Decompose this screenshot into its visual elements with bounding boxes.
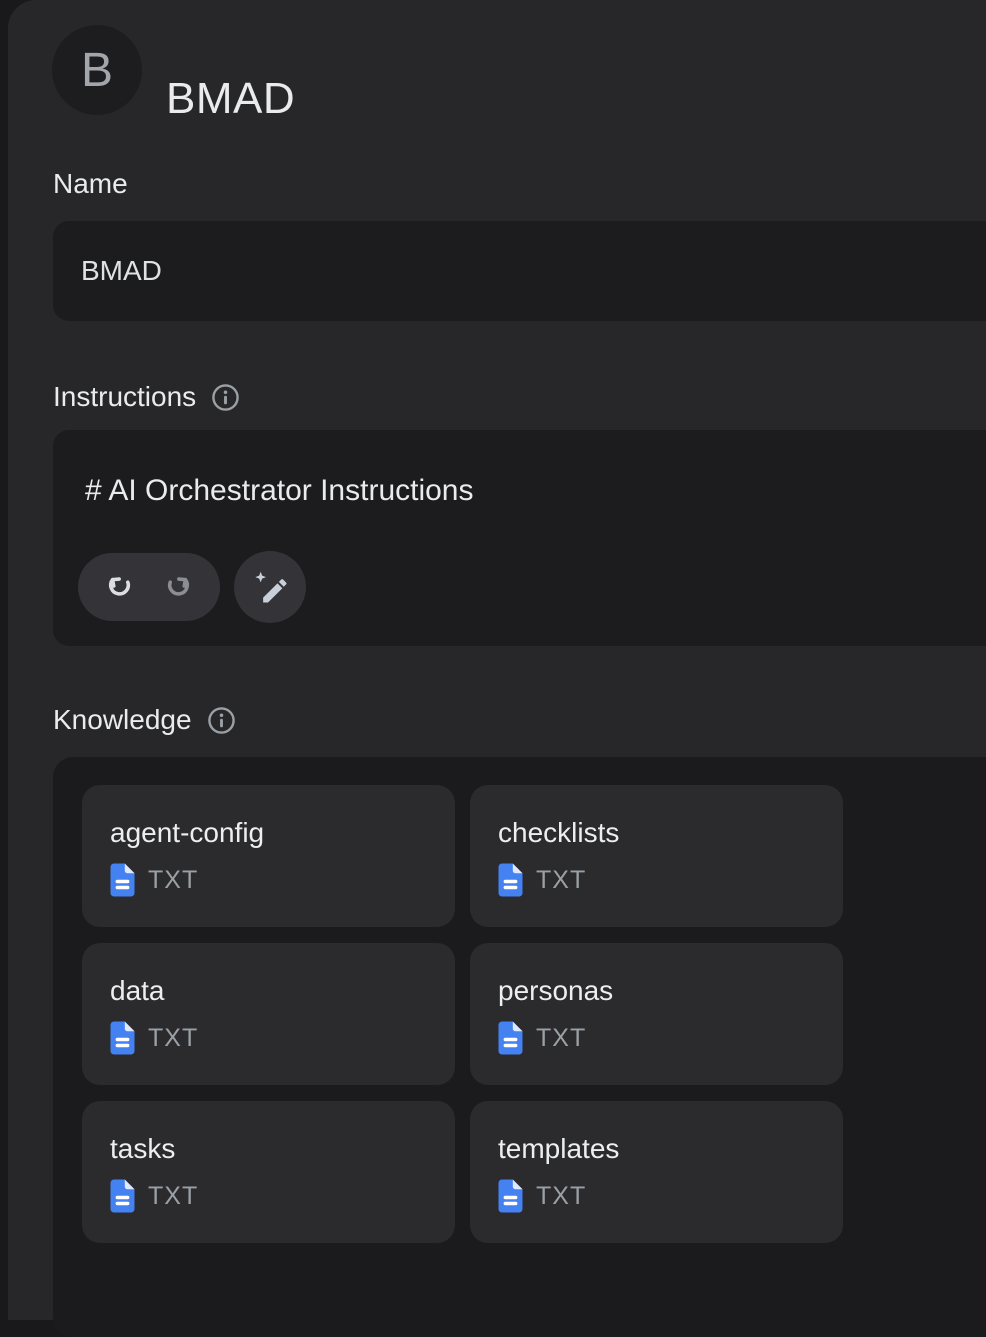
txt-document-icon [498,1179,523,1213]
knowledge-info-button[interactable] [207,706,236,735]
redo-button[interactable] [161,570,195,604]
file-meta: TXT [110,1021,455,1055]
knowledge-file-card[interactable]: templates TXT [470,1101,843,1243]
file-type: TXT [536,1182,586,1211]
file-name: checklists [498,817,843,849]
name-field-container [53,221,986,321]
file-name: tasks [110,1133,455,1165]
txt-document-icon [110,863,135,897]
file-type: TXT [148,866,198,895]
knowledge-label-row: Knowledge [53,704,236,736]
instructions-editor: # AI Orchestrator Instructions [53,430,986,646]
file-type: TXT [148,1024,198,1053]
file-name: templates [498,1133,843,1165]
file-meta: TXT [498,1021,843,1055]
magic-pen-icon [251,568,289,606]
info-circle-icon [211,383,240,412]
txt-document-icon [110,1179,135,1213]
txt-document-icon [498,863,523,897]
undo-redo-group [78,553,220,621]
knowledge-file-card[interactable]: data TXT [82,943,455,1085]
file-name: agent-config [110,817,455,849]
file-type: TXT [148,1182,198,1211]
file-meta: TXT [498,863,843,897]
file-meta: TXT [110,863,455,897]
knowledge-file-card[interactable]: checklists TXT [470,785,843,927]
avatar-letter: B [81,43,113,98]
name-label: Name [53,168,128,200]
file-meta: TXT [110,1179,455,1213]
avatar: B [52,25,142,115]
name-label-row: Name [53,168,128,200]
redo-arrow-icon [161,570,195,604]
undo-arrow-icon [103,570,137,604]
file-name: data [110,975,455,1007]
file-name: personas [498,975,843,1007]
knowledge-file-card[interactable]: agent-config TXT [82,785,455,927]
knowledge-panel: agent-config TXT checklists TXT data [53,757,986,1337]
knowledge-grid: agent-config TXT checklists TXT data [82,785,843,1243]
instructions-info-button[interactable] [211,383,240,412]
name-input[interactable] [53,221,986,321]
knowledge-file-card[interactable]: personas TXT [470,943,843,1085]
file-meta: TXT [498,1179,843,1213]
file-type: TXT [536,866,586,895]
instructions-label: Instructions [53,381,196,413]
magic-rewrite-button[interactable] [234,551,306,623]
knowledge-label: Knowledge [53,704,192,736]
knowledge-file-card[interactable]: tasks TXT [82,1101,455,1243]
file-type: TXT [536,1024,586,1053]
txt-document-icon [110,1021,135,1055]
page-title: BMAD [166,54,295,144]
undo-button[interactable] [103,570,137,604]
txt-document-icon [498,1021,523,1055]
instructions-label-row: Instructions [53,381,240,413]
info-circle-icon [207,706,236,735]
